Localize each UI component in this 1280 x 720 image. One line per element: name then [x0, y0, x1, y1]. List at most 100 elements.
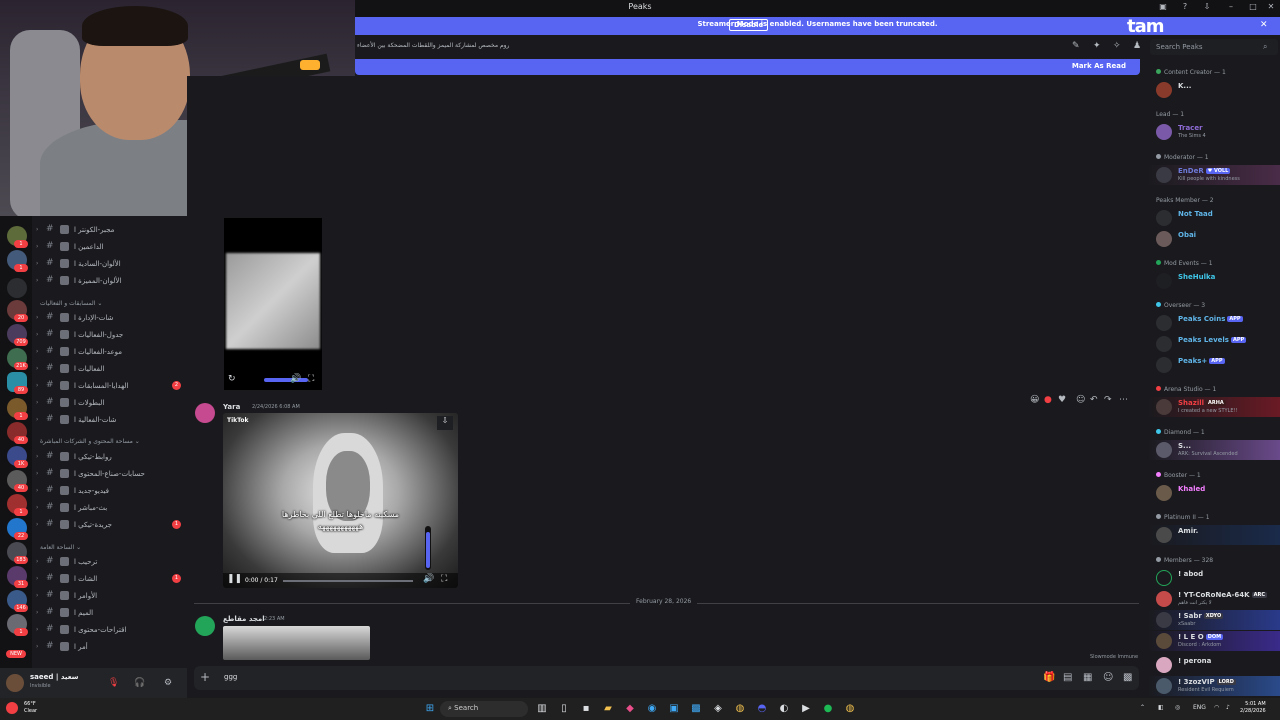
add-attachment-icon[interactable]: +	[200, 670, 210, 684]
download-icon[interactable]: ⇩	[437, 416, 453, 430]
member-item[interactable]: Amir.	[1154, 525, 1280, 545]
tray-icon[interactable]: ◧	[1158, 704, 1164, 711]
category-header[interactable]: مساحة المحتوى و الشركات المباشرة ⌄	[40, 438, 140, 445]
member-item[interactable]: SheHulka	[1154, 271, 1280, 291]
weather-icon[interactable]	[6, 702, 18, 714]
volume-icon[interactable]: ♪	[1226, 704, 1230, 711]
heart-icon[interactable]: ♥	[1058, 395, 1066, 405]
member-item[interactable]: Peaks Coins APP	[1154, 313, 1280, 333]
app-icon[interactable]: ◐	[777, 702, 791, 716]
member-item[interactable]: Khaled	[1154, 483, 1280, 503]
member-item[interactable]: Peaks+ APP	[1154, 355, 1280, 375]
widgets-icon[interactable]: ▥	[535, 702, 549, 716]
wifi-icon[interactable]: ◠	[1214, 704, 1219, 711]
channel-item[interactable]: › # الألوان-المميزة ا	[36, 273, 184, 289]
chrome-icon[interactable]: ◍	[843, 702, 857, 716]
mark-as-read-button[interactable]: Mark As Read	[1072, 62, 1126, 70]
volume-icon[interactable]: 🔊	[423, 574, 434, 584]
search-input[interactable]: Search Peaks	[1150, 39, 1278, 55]
more-icon[interactable]: ⋯	[1119, 395, 1128, 405]
channel-item[interactable]: › # الألوان-السادية ا	[36, 256, 184, 272]
channel-item[interactable]: › # الهدايا-المسابقات ا 2	[36, 378, 184, 394]
channel-item[interactable]: › # أمر ا	[36, 639, 184, 655]
channel-item[interactable]: › # الميم ا	[36, 605, 184, 621]
gift-icon[interactable]: 🎁	[1043, 672, 1055, 683]
tiktok-video-attachment[interactable]: TikTok ⇩ مسكينه ماخلوها تطلع اللي بخاطره…	[223, 413, 458, 588]
channel-item[interactable]: › # حسابات-صناع-المحتوى ا	[36, 466, 184, 482]
channel-item[interactable]: › # جدول-الفعاليات ا	[36, 327, 184, 343]
channel-item[interactable]: › # شات-الإدارة ا	[36, 310, 184, 326]
chrome-icon[interactable]: ◍	[733, 702, 747, 716]
app-icon[interactable]: ▩	[689, 702, 703, 716]
avatar[interactable]	[6, 674, 24, 692]
member-item[interactable]: ! L E O DOM Discord : Arkdom	[1154, 631, 1280, 651]
category-header[interactable]: المسابقات و الفعاليات ⌄	[40, 300, 102, 307]
discord-icon[interactable]: ◓	[755, 702, 769, 716]
app-icon[interactable]: ▶	[799, 702, 813, 716]
file-explorer-icon[interactable]: ▰	[601, 702, 615, 716]
start-icon[interactable]: ⊞	[423, 702, 437, 716]
close-icon[interactable]: ✕	[1264, 2, 1278, 14]
volume-slider[interactable]	[425, 526, 431, 570]
apps-icon[interactable]: ▩	[1123, 672, 1132, 683]
threads-icon[interactable]: ✎	[1072, 41, 1080, 51]
reaction-emoji-icon[interactable]: ●	[1044, 395, 1052, 405]
message-input[interactable]: ggg	[224, 673, 237, 681]
app-icon[interactable]: ◆	[623, 702, 637, 716]
member-item[interactable]: EnDeR ♥ VOLL Kill people with kindness	[1154, 165, 1280, 185]
channel-item[interactable]: › # فيديو-جديد ا	[36, 483, 184, 499]
channel-item[interactable]: › # روابط-تيكي ا	[36, 449, 184, 465]
progress-bar[interactable]	[283, 580, 413, 582]
emoji-icon[interactable]: ☺	[1103, 672, 1113, 683]
member-item[interactable]: Not Taad	[1154, 208, 1280, 228]
new-messages-bar[interactable]: Mark As Read	[355, 59, 1140, 75]
member-item[interactable]: ! perona	[1154, 655, 1280, 675]
channel-item[interactable]: › # موعد-الفعاليات ا	[36, 344, 184, 360]
app-icon[interactable]: ◈	[711, 702, 725, 716]
member-item[interactable]: Shazill ARHA I created a new STYLE!!	[1154, 397, 1280, 417]
reaction-emoji-icon[interactable]: 😀	[1030, 395, 1039, 405]
banner-close-icon[interactable]: ✕	[1260, 20, 1268, 30]
pause-icon[interactable]: ❚❚	[227, 574, 242, 584]
channel-item[interactable]: › # جريدة-تيكي ا 1	[36, 517, 184, 533]
channel-item[interactable]: › # ترحيب ا	[36, 554, 184, 570]
category-header[interactable]: الساحة العامة ⌄	[40, 544, 81, 551]
member-item[interactable]: S... ARK: Survival Ascended	[1154, 440, 1280, 460]
spotify-icon[interactable]: ●	[821, 702, 835, 716]
avatar[interactable]	[195, 403, 215, 423]
task-view-icon[interactable]: ▯	[557, 702, 571, 716]
member-item[interactable]: Peaks Levels APP	[1154, 334, 1280, 354]
avatar[interactable]	[195, 616, 215, 636]
member-list-icon[interactable]: ♟	[1133, 41, 1141, 51]
channel-item[interactable]: › # شات-الفعالية ا	[36, 412, 184, 428]
sticker-icon[interactable]: ▦	[1083, 672, 1092, 683]
message-author[interactable]: Yara	[223, 403, 240, 411]
notification-settings-icon[interactable]: ✦	[1093, 41, 1101, 51]
tray-overflow-icon[interactable]: ⌃	[1140, 704, 1145, 711]
member-item[interactable]: Obai	[1154, 229, 1280, 249]
gif-icon[interactable]: ▤	[1063, 672, 1072, 683]
volume-slider[interactable]	[264, 378, 308, 382]
taskbar-search[interactable]: ⌕ Search	[440, 701, 528, 717]
channel-item[interactable]: › # الداعمين ا	[36, 239, 184, 255]
language-indicator[interactable]: ENG	[1193, 704, 1206, 711]
download-icon[interactable]: ⇩	[1200, 2, 1214, 14]
app-icon[interactable]: ▣	[667, 702, 681, 716]
inbox-icon[interactable]: ▣	[1156, 2, 1170, 14]
channel-item[interactable]: › # الشات ا 1	[36, 571, 184, 587]
channel-item[interactable]: › # اقتراحات-محتوى ا	[36, 622, 184, 638]
replay-icon[interactable]: ↻	[228, 374, 236, 384]
fullscreen-icon[interactable]: ⛶	[441, 574, 447, 584]
system-clock[interactable]: 5:01 AM 2/28/2026	[1240, 701, 1266, 715]
member-item[interactable]: ! Sabr XDYO xSaabr	[1154, 610, 1280, 630]
minimize-icon[interactable]: –	[1224, 2, 1238, 14]
forward-icon[interactable]: ↷	[1104, 395, 1112, 405]
message-composer[interactable]: + ggg	[194, 666, 1139, 690]
channel-item[interactable]: › # مجبر-الكونتر ا	[36, 222, 184, 238]
member-item[interactable]: ! abod	[1154, 568, 1280, 588]
server-icon[interactable]	[7, 278, 27, 298]
image-attachment[interactable]	[223, 626, 370, 660]
edge-icon[interactable]: ◉	[645, 702, 659, 716]
disable-button[interactable]: Disable	[729, 19, 769, 31]
tray-icon[interactable]: ◎	[1175, 704, 1180, 711]
